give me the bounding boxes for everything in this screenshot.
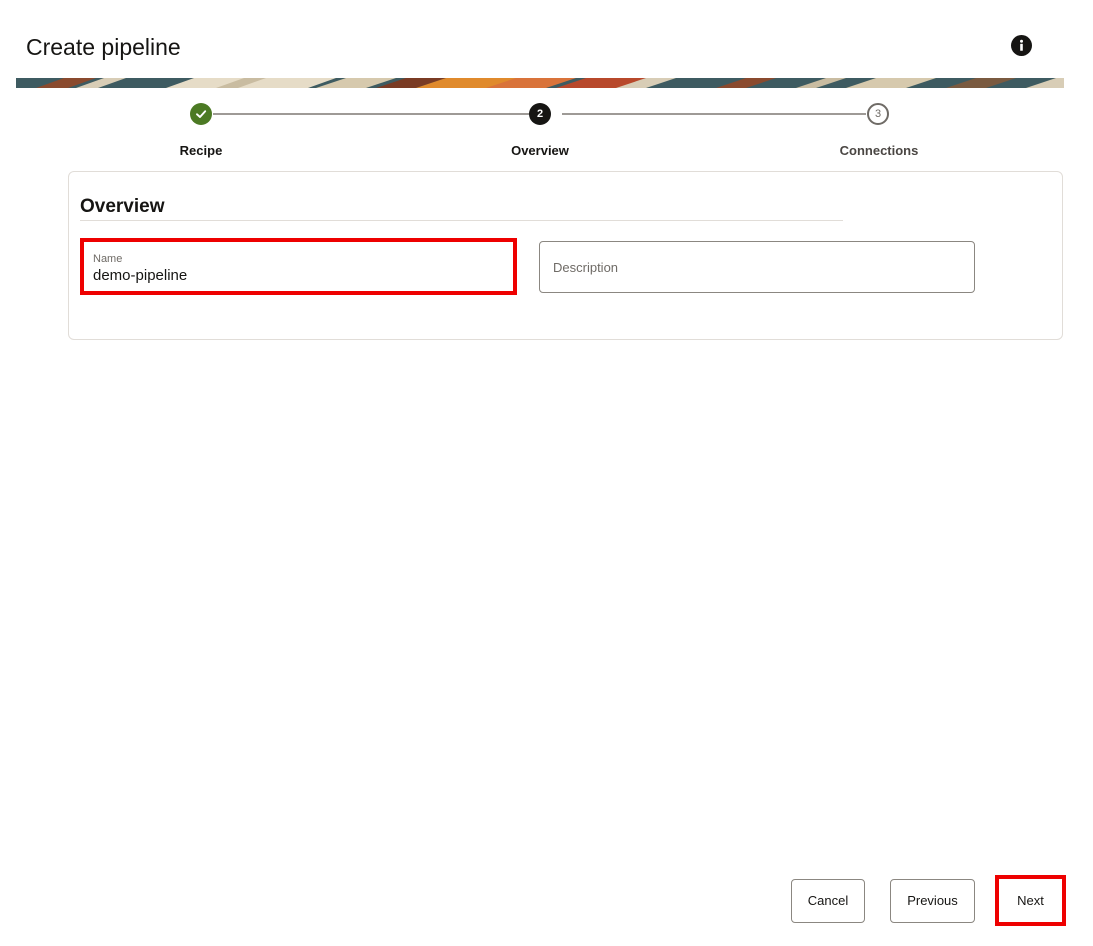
section-title: Overview xyxy=(80,196,165,217)
check-icon xyxy=(196,110,207,118)
previous-button[interactable]: Previous xyxy=(890,879,975,923)
step-recipe-indicator[interactable] xyxy=(190,103,212,125)
create-pipeline-page: Create pipeline 2 3 Recipe Overview Conn… xyxy=(0,0,1093,946)
page-title: Create pipeline xyxy=(26,34,181,60)
step-overview-label[interactable]: Overview xyxy=(460,143,620,159)
next-button[interactable]: Next xyxy=(995,875,1066,926)
step-connector xyxy=(213,113,529,115)
cancel-button[interactable]: Cancel xyxy=(791,879,865,923)
step-recipe-label[interactable]: Recipe xyxy=(121,143,281,159)
section-divider xyxy=(80,220,843,221)
step-connections-label[interactable]: Connections xyxy=(799,143,959,159)
decorative-banner xyxy=(16,78,1064,88)
step-connector xyxy=(562,113,866,115)
description-placeholder: Description xyxy=(553,260,619,275)
info-icon[interactable] xyxy=(1011,35,1032,56)
step-overview-indicator[interactable]: 2 xyxy=(529,103,551,125)
step-connections-indicator[interactable]: 3 xyxy=(867,103,889,125)
name-field-value[interactable]: demo-pipeline xyxy=(93,267,187,285)
name-field-label: Name xyxy=(93,253,123,265)
name-field[interactable]: Name demo-pipeline xyxy=(80,238,517,295)
progress-stepper: 2 3 Recipe Overview Connections xyxy=(0,100,1093,162)
description-field[interactable]: Description xyxy=(539,241,975,293)
